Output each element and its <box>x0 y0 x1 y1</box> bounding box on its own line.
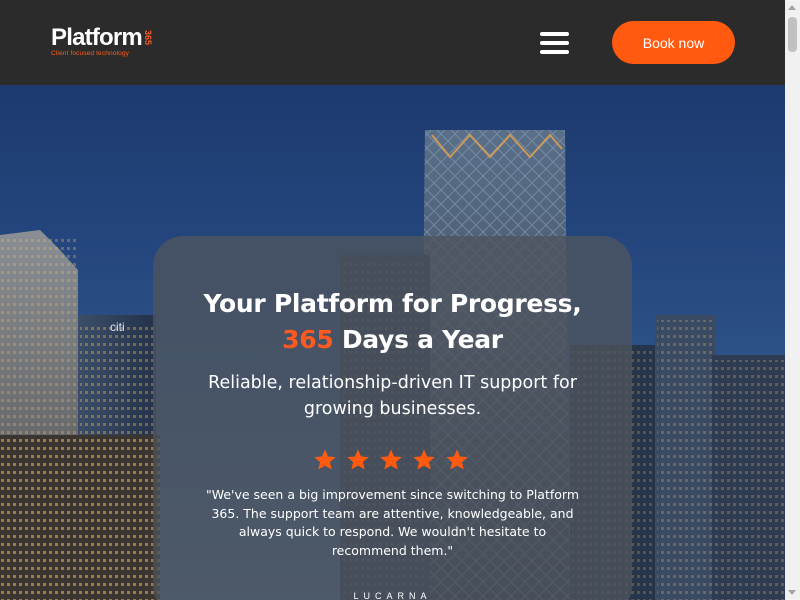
logo-number: 365 <box>143 30 153 46</box>
hero-title-line2: Days a Year <box>333 325 503 354</box>
testimonial-quote: "We've seen a big improvement since swit… <box>205 487 580 558</box>
platform365-logo[interactable]: Platform 365 Client focused technology <box>51 24 153 58</box>
star-icon <box>446 449 468 470</box>
page-viewport: citi Platform 365 Client focused technol <box>0 0 785 600</box>
scroll-thumb[interactable] <box>788 17 797 52</box>
scroll-up-arrow-icon[interactable] <box>788 5 796 10</box>
hero-title: Your Platform for Progress, 365 Days a Y… <box>0 286 785 358</box>
star-icon <box>380 449 402 470</box>
logo-wordmark: Platform <box>51 24 143 51</box>
client-logo: LUCARNA <box>353 591 432 600</box>
rating-stars <box>313 448 469 472</box>
hero-subtitle: Reliable, relationship-driven IT support… <box>208 373 577 419</box>
logo-tagline: Client focused technology <box>51 50 130 57</box>
book-now-button[interactable]: Book now <box>612 21 735 64</box>
scroll-down-arrow-icon[interactable] <box>788 590 796 595</box>
star-icon <box>413 449 435 470</box>
site-header: Platform 365 Client focused technology B… <box>0 0 785 85</box>
star-icon <box>314 449 336 470</box>
hero-title-accent: 365 <box>282 325 334 354</box>
hamburger-menu-icon[interactable] <box>540 32 570 54</box>
hero-title-line1: Your Platform for Progress, <box>203 289 582 318</box>
star-icon <box>347 449 369 470</box>
page-scrollbar[interactable] <box>785 0 800 600</box>
